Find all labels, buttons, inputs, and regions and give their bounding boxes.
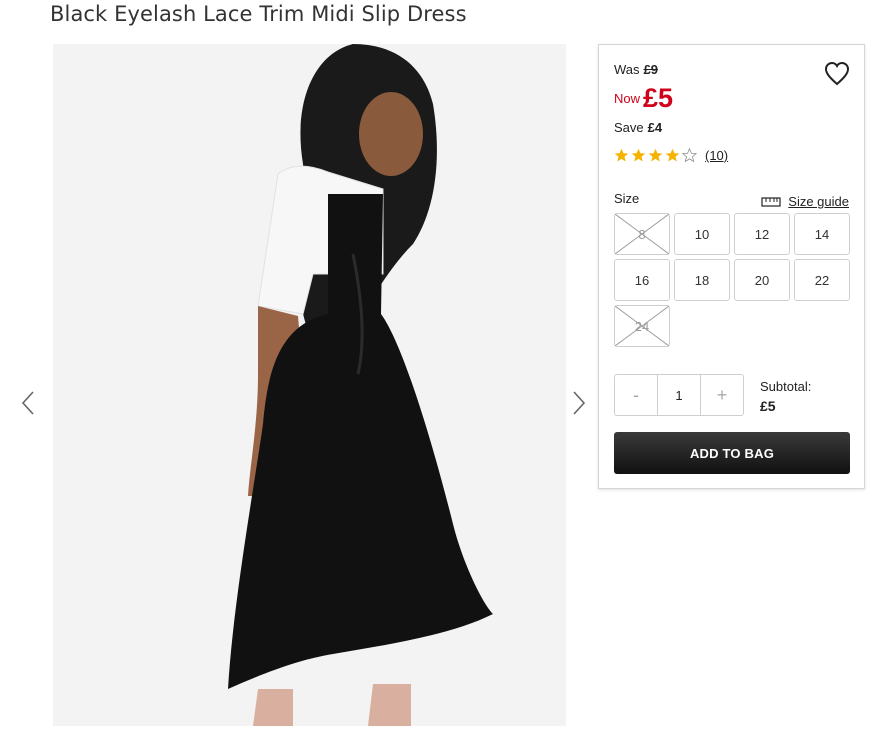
chevron-right-icon[interactable] — [568, 390, 588, 416]
now-price: £5 — [643, 83, 674, 113]
size-option-8[interactable]: 8 — [614, 213, 670, 255]
quantity-input[interactable]: 1 — [657, 375, 701, 415]
size-grid: 8 10 12 14 16 18 20 22 24 — [614, 213, 850, 347]
size-option-10[interactable]: 10 — [674, 213, 730, 255]
was-price-row: Was £9 — [614, 62, 658, 77]
star-icon — [631, 148, 646, 162]
reviews-link[interactable]: (10) — [705, 148, 728, 163]
save-label: Save — [614, 120, 644, 135]
size-option-12[interactable]: 12 — [734, 213, 790, 255]
quantity-stepper: - 1 + — [614, 374, 744, 416]
product-title: Black Eyelash Lace Trim Midi Slip Dress — [50, 2, 467, 26]
quantity-increase-button[interactable]: + — [701, 375, 743, 415]
star-icon — [648, 148, 663, 162]
ruler-icon — [761, 196, 781, 207]
now-label: Now — [614, 91, 641, 106]
star-icon — [665, 148, 680, 162]
size-label: Size — [614, 191, 640, 206]
star-icon — [614, 148, 629, 162]
size-option-14[interactable]: 14 — [794, 213, 850, 255]
subtotal-label: Subtotal: — [760, 379, 812, 394]
size-option-20[interactable]: 20 — [734, 259, 790, 301]
model-photo — [53, 44, 566, 726]
size-option-24[interactable]: 24 — [614, 305, 670, 347]
star-outline-icon — [682, 148, 697, 163]
product-image[interactable] — [53, 44, 566, 726]
size-guide-link[interactable]: Size guide — [761, 194, 849, 209]
size-option-16[interactable]: 16 — [614, 259, 670, 301]
chevron-left-icon[interactable] — [19, 390, 39, 416]
now-price-row: Now £5 — [614, 83, 673, 114]
size-option-22[interactable]: 22 — [794, 259, 850, 301]
size-option-18[interactable]: 18 — [674, 259, 730, 301]
was-label: Was — [614, 62, 640, 77]
heart-icon[interactable] — [823, 60, 851, 88]
quantity-decrease-button[interactable]: - — [615, 375, 657, 415]
was-price: £9 — [643, 62, 658, 77]
add-to-bag-button[interactable]: ADD TO BAG — [614, 432, 850, 474]
subtotal: Subtotal: £5 — [760, 379, 811, 414]
purchase-panel: Was £9 Now £5 Save £4 (10) Size Size guide … — [598, 44, 865, 489]
save-row: Save £4 — [614, 120, 662, 135]
subtotal-value: £5 — [760, 398, 776, 414]
size-guide-label: Size guide — [788, 194, 849, 209]
star-rating: (10) — [614, 148, 728, 163]
save-amount: £4 — [647, 120, 663, 135]
